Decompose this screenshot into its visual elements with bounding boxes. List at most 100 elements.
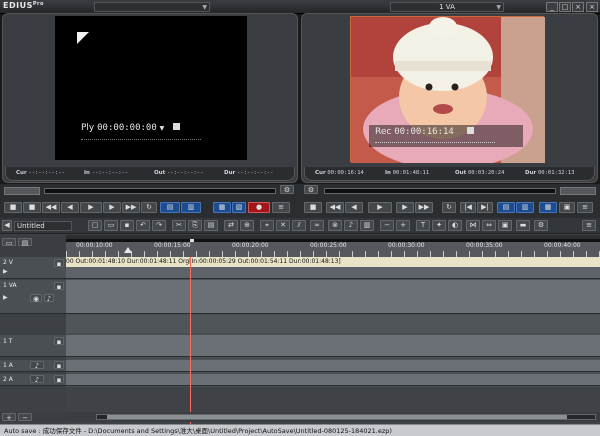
track-sync-button[interactable]: ▪: [54, 282, 64, 291]
timeline-ruler[interactable]: 00:00:10:00 00:00:15:00 00:00:20:00 00:0…: [66, 235, 600, 257]
overwrite-button[interactable]: ▥: [181, 202, 201, 213]
step-back-button[interactable]: ◀: [61, 202, 79, 213]
scrollbar-thumb[interactable]: [107, 415, 567, 419]
set-in-button[interactable]: ■: [4, 202, 22, 213]
add-clip-button[interactable]: ▦: [213, 202, 231, 213]
timeline-menu-button[interactable]: ≡: [582, 220, 596, 231]
track-header-1va[interactable]: 1 VA ▶ ◉ ♪ ▪: [0, 280, 66, 314]
horizontal-scrollbar[interactable]: [96, 414, 596, 420]
print-to-tape-button[interactable]: ▬: [516, 220, 530, 231]
player-source-dropdown[interactable]: ▼: [94, 2, 210, 12]
play-button[interactable]: ▶: [80, 202, 102, 213]
track-header-2a[interactable]: 2 A ♪ ▪: [0, 374, 66, 386]
new-sequence-button[interactable]: ▢: [88, 220, 102, 231]
rec-export-button[interactable]: ▦: [539, 202, 557, 213]
open-project-button[interactable]: ▭: [104, 220, 118, 231]
add-marker-button[interactable]: ⌖: [260, 220, 274, 231]
track-sync-button[interactable]: ▪: [54, 375, 64, 384]
track-header-1t[interactable]: 1 T ▪: [0, 335, 66, 357]
minimize-button[interactable]: _: [546, 2, 558, 12]
player-shuttle-slider[interactable]: [4, 187, 40, 195]
cut-button[interactable]: ✂: [172, 220, 186, 231]
fast-forward-button[interactable]: ▶▶: [122, 202, 140, 213]
clip-info-strip[interactable]: 00 Out:00:01:48:10 Dur:00:01:48:11 Org[I…: [66, 257, 600, 267]
keyer-button[interactable]: ◐: [448, 220, 462, 231]
step-forward-button[interactable]: ▶: [103, 202, 121, 213]
track-sync-button[interactable]: ▪: [54, 361, 64, 370]
mix-button[interactable]: ⊗: [328, 220, 342, 231]
track-sync-button[interactable]: ▪: [54, 337, 64, 346]
ripple-mode-button[interactable]: ⇄: [224, 220, 238, 231]
effect-button[interactable]: ✦: [432, 220, 446, 231]
recorder-settings-button[interactable]: ⚙: [304, 185, 318, 194]
rec-stop-button[interactable]: ■: [304, 202, 322, 213]
save-project-button[interactable]: ▪: [120, 220, 134, 231]
lane-1va[interactable]: [66, 280, 600, 314]
rec-step-back-button[interactable]: ◀: [345, 202, 363, 213]
lane-2a[interactable]: [66, 374, 600, 386]
set-out-button[interactable]: ■: [23, 202, 41, 213]
player-menu-button[interactable]: ≡: [272, 202, 290, 213]
loop-button[interactable]: ↻: [141, 202, 157, 213]
rec-output-button[interactable]: ▣: [559, 202, 575, 213]
copy-button[interactable]: ⎘: [188, 220, 202, 231]
redo-button[interactable]: ↷: [152, 220, 166, 231]
rec-mark-out-button[interactable]: ▥: [516, 202, 534, 213]
player-screen[interactable]: Ply 00:00:00:00 ▼: [55, 16, 247, 160]
rec-rewind-button[interactable]: ◀◀: [326, 202, 344, 213]
rec-next-edit-button[interactable]: ▶|: [477, 202, 493, 213]
rec-play-button[interactable]: ▶: [368, 202, 392, 213]
delete-button[interactable]: ✕: [276, 220, 290, 231]
paste-button[interactable]: ▤: [204, 220, 218, 231]
playhead-line[interactable]: [190, 257, 191, 425]
record-button[interactable]: ●: [248, 202, 270, 213]
player-settings-button[interactable]: ⚙: [280, 185, 294, 194]
link-button[interactable]: ∞: [310, 220, 324, 231]
rec-fast-forward-button[interactable]: ▶▶: [415, 202, 433, 213]
insert-button[interactable]: ▤: [160, 202, 180, 213]
recorder-position-bar[interactable]: [324, 188, 556, 194]
close-button[interactable]: ×: [586, 2, 598, 12]
recorder-screen[interactable]: Rec 00:00:16:14: [350, 16, 545, 163]
audio-toggle-button[interactable]: ♪: [44, 294, 54, 303]
video-toggle-button[interactable]: ◉: [30, 294, 42, 303]
rec-step-forward-button[interactable]: ▶: [396, 202, 414, 213]
rec-mark-in-button[interactable]: ▤: [497, 202, 515, 213]
title-button[interactable]: T: [416, 220, 430, 231]
sync-lock-button[interactable]: ⊕: [240, 220, 254, 231]
output-file-button[interactable]: ▣: [498, 220, 512, 231]
track-view-button[interactable]: ▤: [18, 238, 32, 247]
split-button[interactable]: ⫽: [292, 220, 306, 231]
audio-mute-button[interactable]: ♪: [30, 361, 44, 370]
lane-1t[interactable]: [66, 335, 600, 357]
track-remove-button[interactable]: −: [18, 413, 32, 422]
lane-2v[interactable]: 00 Out:00:01:48:10 Dur:00:01:48:11 Org[I…: [66, 257, 600, 279]
maximize-button[interactable]: □: [559, 2, 571, 12]
rec-loop-button[interactable]: ↻: [442, 202, 456, 213]
snap-button[interactable]: ⋈: [466, 220, 480, 231]
recorder-shuttle-slider[interactable]: [560, 187, 596, 195]
track-sync-button[interactable]: ▪: [54, 259, 64, 268]
render-button[interactable]: ▥: [360, 220, 374, 231]
zoom-in-button[interactable]: +: [396, 220, 410, 231]
sequence-name-field[interactable]: Untitled: [14, 221, 72, 231]
rewind-button[interactable]: ◀◀: [42, 202, 60, 213]
rec-menu-button[interactable]: ≡: [577, 202, 593, 213]
recorder-track-dropdown[interactable]: 1 VA ▼: [390, 2, 504, 12]
lane-1a[interactable]: [66, 360, 600, 372]
player-position-bar[interactable]: [44, 188, 276, 194]
track-header-1a[interactable]: 1 A ♪ ▪: [0, 360, 66, 372]
undo-button[interactable]: ↶: [136, 220, 150, 231]
timeline-back-button[interactable]: ◀: [2, 220, 12, 231]
settings-button[interactable]: ⚙: [534, 220, 548, 231]
track-add-button[interactable]: +: [2, 413, 16, 422]
close-panel-button[interactable]: ×: [572, 2, 584, 12]
track-height-button[interactable]: ▭: [2, 238, 16, 247]
zoom-out-button[interactable]: −: [380, 220, 394, 231]
scale-button[interactable]: ⇔: [482, 220, 496, 231]
track-header-2v[interactable]: 2 V ▶ ▪: [0, 257, 66, 279]
rec-prev-edit-button[interactable]: |◀: [460, 202, 476, 213]
marker-button[interactable]: ▧: [232, 202, 246, 213]
audio-mixer-button[interactable]: ♪: [344, 220, 358, 231]
audio-mute-button[interactable]: ♪: [30, 375, 44, 384]
